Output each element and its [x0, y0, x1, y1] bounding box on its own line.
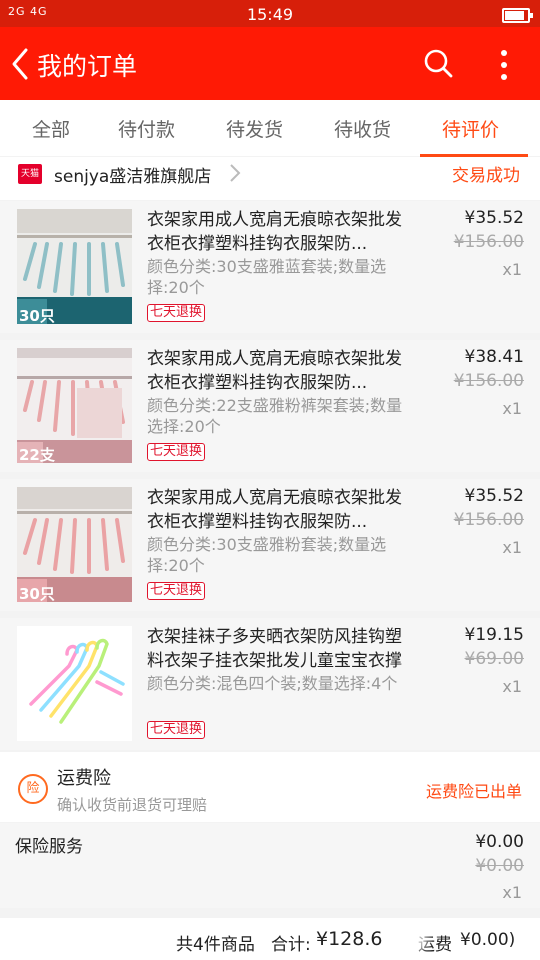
return-policy-badge: 七天退换: [147, 304, 206, 322]
product-original-price: ¥156.00: [453, 232, 524, 252]
product-title[interactable]: 衣架家用成人宽肩无痕晾衣架批发衣柜衣撑塑料挂钩衣服架防...: [147, 347, 407, 395]
tmall-logo-icon: 天猫: [18, 164, 42, 184]
page-title: 我的订单: [37, 52, 138, 81]
product-price: ¥38.41: [464, 347, 524, 367]
product-price: ¥19.15: [464, 625, 524, 645]
product-quantity: x1: [502, 677, 522, 696]
product-spec: 颜色分类:30支盛雅蓝套装;数量选择:20个: [147, 257, 387, 297]
order-item[interactable]: 22支 衣架家用成人宽肩无痕晾衣架批发衣柜衣撑塑料挂钩衣服架防... 颜色分类:…: [0, 340, 540, 472]
service-quantity: x1: [502, 883, 522, 902]
item-count: 共4件商品: [176, 935, 255, 955]
back-arrow-icon[interactable]: [6, 44, 36, 84]
return-policy-badge: 七天退换: [147, 721, 206, 739]
order-status: 交易成功: [452, 166, 520, 186]
thumb-tag: 22支: [19, 446, 55, 463]
order-total: ¥128.6: [316, 928, 383, 950]
thumb-tag: 30只: [19, 585, 55, 602]
tab-pending-shipment[interactable]: 待发货: [226, 115, 283, 142]
insurance-service-row[interactable]: 保险服务 ¥0.00 ¥0.00 x1: [0, 823, 540, 908]
order-item[interactable]: 30只 衣架家用成人宽肩无痕晾衣架批发衣柜衣撑塑料挂钩衣服架防... 颜色分类:…: [0, 479, 540, 611]
product-original-price: ¥156.00: [453, 371, 524, 391]
shop-name[interactable]: senjya盛洁雅旗舰店: [54, 162, 211, 187]
insurance-status[interactable]: 运费险已出单: [426, 778, 522, 802]
total-label: 合计:: [271, 935, 311, 955]
tab-pending-receipt[interactable]: 待收货: [334, 115, 391, 142]
insurance-subtitle: 确认收货前退货可理赔: [57, 796, 208, 814]
insurance-title: 运费险: [57, 768, 111, 789]
freight-amount: ¥0.00): [460, 930, 516, 950]
more-options-icon[interactable]: [490, 45, 518, 85]
search-icon[interactable]: [420, 45, 456, 81]
product-quantity: x1: [502, 260, 522, 279]
service-label: 保险服务: [15, 837, 83, 857]
product-thumbnail: [17, 626, 132, 741]
thumb-tag: 30只: [19, 307, 55, 324]
product-title[interactable]: 衣架挂袜子多夹晒衣架防风挂钩塑料衣架子挂衣架批发儿童宝宝衣撑: [147, 625, 407, 673]
screen-glare: [388, 926, 432, 956]
product-original-price: ¥69.00: [464, 649, 524, 669]
product-spec: 颜色分类:混色四个装;数量选择:4个: [147, 674, 398, 693]
order-item[interactable]: 衣架挂袜子多夹晒衣架防风挂钩塑料衣架子挂衣架批发儿童宝宝衣撑 颜色分类:混色四个…: [0, 618, 540, 750]
tab-pending-payment[interactable]: 待付款: [118, 115, 175, 142]
tab-all[interactable]: 全部: [32, 115, 70, 142]
chevron-right-icon: [228, 162, 242, 184]
product-spec: 颜色分类:30支盛雅粉套装;数量选择:20个: [147, 535, 387, 575]
clock: 15:49: [246, 5, 294, 24]
status-bar: 2G 4G 15:49: [0, 0, 540, 27]
return-policy-badge: 七天退换: [147, 582, 206, 600]
insurance-icon: 险: [18, 774, 48, 804]
shop-header[interactable]: 天猫 senjya盛洁雅旗舰店 交易成功: [0, 157, 540, 200]
product-original-price: ¥156.00: [453, 510, 524, 530]
product-quantity: x1: [502, 399, 522, 418]
return-policy-badge: 七天退换: [147, 443, 206, 461]
service-original-price: ¥0.00: [475, 856, 524, 876]
service-price: ¥0.00: [475, 832, 524, 852]
product-price: ¥35.52: [464, 486, 524, 506]
product-quantity: x1: [502, 538, 522, 557]
app-bar: 我的订单: [0, 27, 540, 100]
product-title[interactable]: 衣架家用成人宽肩无痕晾衣架批发衣柜衣撑塑料挂钩衣服架防...: [147, 486, 407, 534]
order-summary: 共4件商品 合计: ¥128.6 运费 ¥0.00): [0, 918, 540, 960]
product-thumbnail: 22支: [17, 348, 132, 463]
order-tabs: 全部 待付款 待发货 待收货 待评价: [0, 100, 540, 157]
order-item[interactable]: 30只 衣架家用成人宽肩无痕晾衣架批发衣柜衣撑塑料挂钩衣服架防... 颜色分类:…: [0, 201, 540, 333]
product-thumbnail: 30只: [17, 209, 132, 324]
shipping-insurance[interactable]: 险 运费险 确认收货前退货可理赔 运费险已出单: [0, 752, 540, 822]
tab-pending-review[interactable]: 待评价: [442, 115, 499, 142]
product-spec: 颜色分类:22支盛雅粉裤架套装;数量选择:20个: [147, 396, 403, 436]
product-price: ¥35.52: [464, 208, 524, 228]
hanger-image: [17, 626, 132, 741]
product-title[interactable]: 衣架家用成人宽肩无痕晾衣架批发衣柜衣撑塑料挂钩衣服架防...: [147, 208, 407, 256]
battery-icon: [502, 8, 533, 23]
product-thumbnail: 30只: [17, 487, 132, 602]
